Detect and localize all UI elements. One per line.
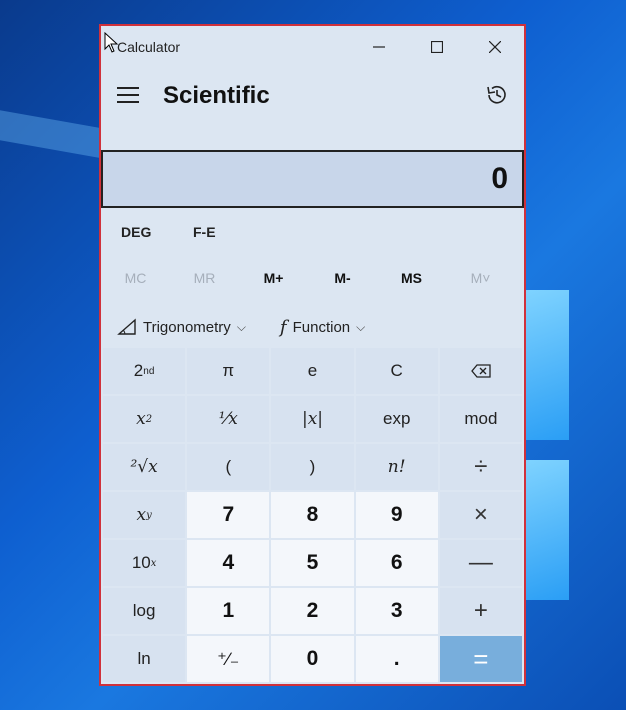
maximize-button[interactable] <box>408 26 466 68</box>
function-row: Trigonometry ⌵ f Function ⌵ <box>101 306 524 348</box>
display-value: 0 <box>491 162 508 195</box>
clear-button[interactable]: C <box>355 348 438 394</box>
digit-1-button[interactable]: 1 <box>187 588 270 634</box>
second-superscript: nd <box>143 365 155 377</box>
trigonometry-dropdown[interactable]: Trigonometry ⌵ <box>101 318 246 336</box>
window-controls <box>350 26 524 68</box>
backspace-icon <box>471 364 491 378</box>
plus-button[interactable]: + <box>439 588 522 634</box>
absolute-value-button[interactable]: |x| <box>271 396 354 442</box>
memory-subtract-button[interactable]: M- <box>308 262 377 292</box>
wallpaper-beam <box>0 110 110 160</box>
digit-7-button[interactable]: 7 <box>187 492 270 538</box>
mouse-cursor-icon <box>104 32 119 53</box>
square-button[interactable]: x2 <box>103 396 186 442</box>
calculator-window: Calculator Scientific 0 DEG F-E MC MR M+… <box>99 24 526 686</box>
chevron-down-icon: ⌵ <box>236 319 246 334</box>
mode-title: Scientific <box>163 82 270 109</box>
hamburger-line <box>117 101 139 103</box>
wallpaper-windows-logo <box>525 290 626 620</box>
history-icon <box>487 85 506 104</box>
digit-0-button[interactable]: 0 <box>271 636 354 682</box>
calculator-header: Scientific <box>101 68 524 120</box>
memory-add-button[interactable]: M+ <box>239 262 308 292</box>
hamburger-line <box>117 94 139 96</box>
ten-power-button[interactable]: 10 x <box>103 540 186 586</box>
second-function-button[interactable]: 2nd <box>103 348 186 394</box>
memory-list-button[interactable]: M˅ <box>446 262 515 292</box>
app-title: Calculator <box>117 39 181 55</box>
minimize-button[interactable] <box>350 26 408 68</box>
decimal-button[interactable]: . <box>355 636 438 682</box>
left-paren-button[interactable]: ( <box>187 444 270 490</box>
digit-8-button[interactable]: 8 <box>271 492 354 538</box>
ten-power-superscript: x <box>150 557 157 569</box>
memory-recall-button[interactable]: MR <box>170 262 239 292</box>
digit-5-button[interactable]: 5 <box>271 540 354 586</box>
exp-button[interactable]: exp <box>355 396 438 442</box>
multiply-button[interactable]: × <box>439 492 522 538</box>
mod-button[interactable]: mod <box>439 396 522 442</box>
keypad: 2nd π e C x2 ⅟x |x| exp mod ²√x ( ) n! ÷… <box>101 348 524 684</box>
close-icon <box>489 41 501 53</box>
function-icon: f <box>279 316 287 338</box>
memory-store-button[interactable]: MS <box>377 262 446 292</box>
result-display: 0 <box>101 150 524 208</box>
minimize-icon <box>373 46 385 48</box>
digit-2-button[interactable]: 2 <box>271 588 354 634</box>
function-label: Function <box>292 318 351 336</box>
maximize-icon <box>431 41 443 53</box>
title-bar[interactable]: Calculator <box>101 26 524 68</box>
history-button[interactable] <box>484 82 510 108</box>
negate-button[interactable]: ⁺∕₋ <box>187 636 270 682</box>
reciprocal-button[interactable]: ⅟x <box>187 396 270 442</box>
power-label: x <box>136 505 147 525</box>
chevron-down-icon: ⌵ <box>356 319 366 334</box>
digit-4-button[interactable]: 4 <box>187 540 270 586</box>
trigonometry-label: Trigonometry <box>143 318 231 336</box>
angle-unit-button[interactable]: DEG <box>121 218 193 248</box>
logo-pane-bottom <box>525 460 569 600</box>
digit-9-button[interactable]: 9 <box>355 492 438 538</box>
backspace-button[interactable] <box>439 348 522 394</box>
factorial-button[interactable]: n! <box>355 444 438 490</box>
divide-button[interactable]: ÷ <box>439 444 522 490</box>
angle-row: DEG F-E <box>101 218 524 248</box>
ten-power-label: 10 <box>131 553 151 572</box>
ln-button[interactable]: ln <box>103 636 186 682</box>
right-paren-button[interactable]: ) <box>271 444 354 490</box>
power-superscript: y <box>146 509 152 521</box>
equals-button[interactable]: = <box>439 636 522 682</box>
navigation-menu-button[interactable] <box>113 80 143 110</box>
square-superscript: 2 <box>145 413 153 425</box>
logo-pane-top <box>525 290 569 440</box>
digit-3-button[interactable]: 3 <box>355 588 438 634</box>
power-button[interactable]: xy <box>103 492 186 538</box>
second-label: 2 <box>133 361 144 380</box>
function-dropdown[interactable]: f Function ⌵ <box>246 317 365 338</box>
fe-button[interactable]: F-E <box>193 218 253 248</box>
pi-button[interactable]: π <box>187 348 270 394</box>
square-root-button[interactable]: ²√x <box>103 444 186 490</box>
euler-button[interactable]: e <box>271 348 354 394</box>
hamburger-line <box>117 87 139 89</box>
digit-6-button[interactable]: 6 <box>355 540 438 586</box>
log-button[interactable]: log <box>103 588 186 634</box>
minus-button[interactable]: — <box>439 540 522 586</box>
memory-clear-button[interactable]: MC <box>101 262 170 292</box>
triangle-icon <box>117 318 136 335</box>
memory-row: MC MR M+ M- MS M˅ <box>101 262 524 292</box>
close-button[interactable] <box>466 26 524 68</box>
square-label: x <box>136 409 146 429</box>
